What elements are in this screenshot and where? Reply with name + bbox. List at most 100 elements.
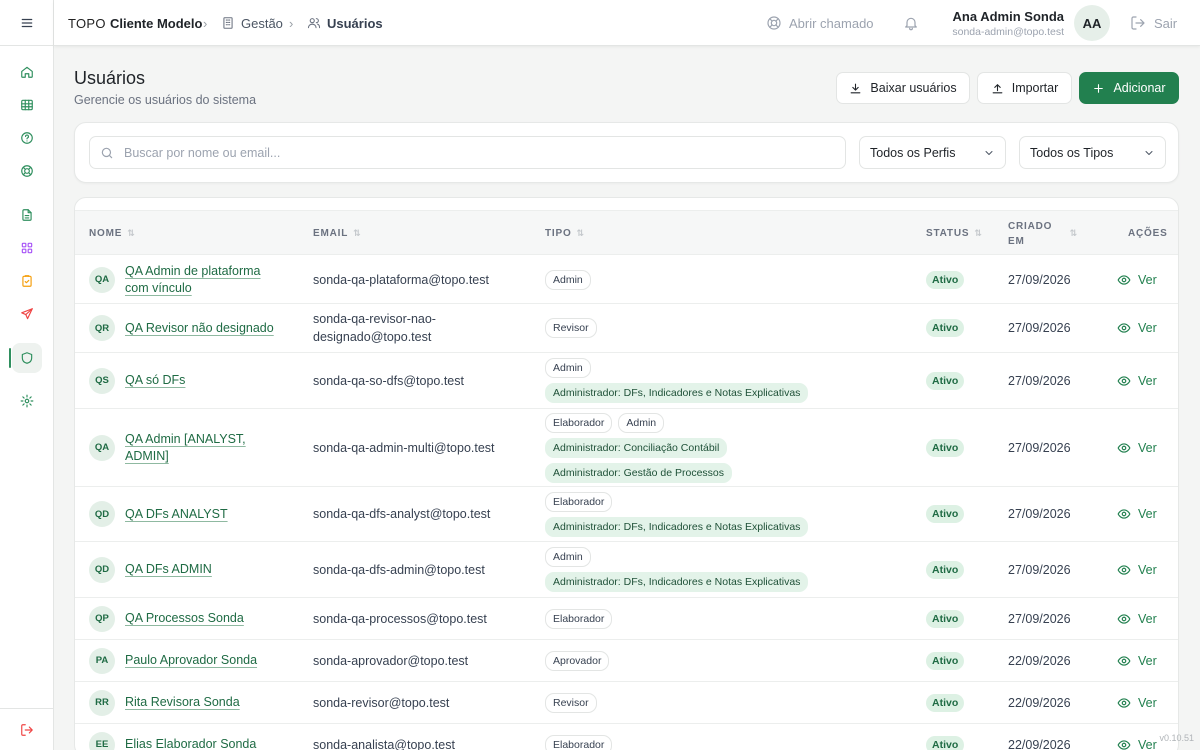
view-button[interactable]: Ver bbox=[1117, 273, 1157, 287]
page-title: Usuários bbox=[74, 68, 146, 88]
column-header-email[interactable]: EMAIL ⇅ bbox=[313, 211, 361, 256]
view-label: Ver bbox=[1138, 611, 1157, 626]
profile-select[interactable]: Todos os Perfis bbox=[859, 136, 1006, 169]
chevron-right-icon: › bbox=[203, 15, 208, 31]
user-name-link[interactable]: QA DFs ADMIN bbox=[125, 561, 275, 578]
user-name-link[interactable]: QA DFs ANALYST bbox=[125, 506, 275, 523]
add-user-button[interactable]: Adicionar bbox=[1079, 72, 1179, 104]
view-label: Ver bbox=[1138, 737, 1157, 750]
sidebar-item-tasks[interactable] bbox=[12, 266, 42, 296]
download-users-button[interactable]: Baixar usuários bbox=[836, 72, 970, 104]
type-chip: Administrador: Gestão de Processos bbox=[545, 462, 732, 483]
sidebar-item-send[interactable] bbox=[12, 299, 42, 329]
breadcrumb-gestao[interactable]: Gestão bbox=[221, 0, 283, 46]
sidebar-item-modules[interactable] bbox=[12, 233, 42, 263]
column-header-type-label: TIPO bbox=[545, 228, 572, 239]
view-cell: Ver bbox=[1117, 682, 1157, 723]
avatar: RR bbox=[89, 689, 115, 716]
sidebar-item-help[interactable] bbox=[12, 123, 42, 153]
type-cell: Elaborador Administrador: DFs, Indicadore… bbox=[545, 487, 809, 541]
sort-icon: ⇅ bbox=[576, 228, 585, 238]
view-button[interactable]: Ver bbox=[1117, 441, 1157, 455]
sidebar-item-table[interactable] bbox=[12, 90, 42, 120]
user-name-link[interactable]: Paulo Aprovador Sonda bbox=[125, 652, 275, 669]
view-button[interactable]: Ver bbox=[1117, 696, 1157, 710]
sidebar-item-home[interactable] bbox=[12, 57, 42, 87]
status-badge: Ativo bbox=[926, 651, 965, 670]
status-badge: Ativo bbox=[926, 735, 965, 750]
user-cell: RR Rita Revisora Sonda bbox=[89, 682, 275, 723]
type-select[interactable]: Todos os Tipos bbox=[1019, 136, 1166, 169]
avatar[interactable]: AA bbox=[1074, 5, 1110, 41]
view-button[interactable]: Ver bbox=[1117, 738, 1157, 750]
users-icon bbox=[307, 18, 321, 29]
status-badge: Ativo bbox=[926, 505, 965, 523]
sidebar-item-documents[interactable] bbox=[12, 200, 42, 230]
email-cell: sonda-qa-so-dfs@topo.test bbox=[313, 373, 464, 388]
view-button[interactable]: Ver bbox=[1117, 507, 1157, 521]
type-line: Admin bbox=[545, 269, 591, 290]
column-header-type[interactable]: TIPO ⇅ bbox=[545, 211, 585, 256]
avatar: PA bbox=[89, 647, 115, 674]
view-button[interactable]: Ver bbox=[1117, 374, 1157, 388]
user-cell: QP QA Processos Sonda bbox=[89, 598, 275, 639]
view-cell: Ver bbox=[1117, 724, 1157, 750]
user-name-link[interactable]: Elias Elaborador Sonda bbox=[125, 736, 275, 750]
menu-icon[interactable] bbox=[20, 16, 34, 30]
avatar: QP bbox=[89, 605, 115, 632]
email-cell: sonda-qa-admin-multi@topo.test bbox=[313, 440, 495, 455]
status-cell: Ativo bbox=[926, 353, 965, 408]
search-input[interactable] bbox=[124, 145, 804, 160]
eye-icon bbox=[1117, 564, 1131, 575]
shield-icon bbox=[21, 352, 33, 364]
eye-icon bbox=[1117, 655, 1131, 666]
view-button[interactable]: Ver bbox=[1117, 563, 1157, 577]
notifications-button[interactable] bbox=[903, 0, 919, 46]
type-chip: Administrador: DFs, Indicadores e Notas … bbox=[545, 383, 809, 403]
view-button[interactable]: Ver bbox=[1117, 654, 1157, 668]
user-name-link[interactable]: QA Revisor não designado bbox=[125, 320, 275, 337]
user-name-link[interactable]: QA Admin [ANALYST, ADMIN] bbox=[125, 431, 275, 465]
user-name-link[interactable]: QA só DFs bbox=[125, 372, 275, 389]
brand-label: TOPO bbox=[68, 15, 106, 31]
type-line: Aprovador bbox=[545, 650, 610, 671]
user-name-link[interactable]: Rita Revisora Sonda bbox=[125, 694, 275, 711]
import-button[interactable]: Importar bbox=[977, 72, 1072, 104]
type-cell: Elaborador bbox=[545, 724, 613, 750]
table-row: QP QA Processos Sonda sonda-qa-processos@t… bbox=[75, 598, 1178, 640]
view-button[interactable]: Ver bbox=[1117, 612, 1157, 626]
open-ticket-button[interactable]: Abrir chamado bbox=[766, 0, 874, 46]
view-label: Ver bbox=[1138, 562, 1157, 577]
view-label: Ver bbox=[1138, 373, 1157, 388]
eye-icon bbox=[1117, 739, 1131, 750]
logout-button[interactable]: Sair bbox=[1130, 0, 1177, 46]
sidebar-item-settings[interactable] bbox=[12, 386, 42, 416]
bell-icon bbox=[905, 17, 917, 31]
type-chip: Administrador: Conciliação Contábil bbox=[545, 437, 728, 458]
view-button[interactable]: Ver bbox=[1117, 321, 1157, 335]
type-chip: Elaborador bbox=[545, 608, 613, 629]
column-header-status[interactable]: STATUS ⇅ bbox=[926, 211, 983, 256]
user-name-link[interactable]: QA Processos Sonda bbox=[125, 610, 275, 627]
eye-icon bbox=[1117, 274, 1131, 285]
table-row: PA Paulo Aprovador Sonda sonda-aprovador@t… bbox=[75, 640, 1178, 682]
status-cell: Ativo bbox=[926, 542, 965, 597]
user-name-link[interactable]: QA Admin de plataforma com vínculo bbox=[125, 263, 275, 297]
sidebar-item-support[interactable] bbox=[12, 156, 42, 186]
type-line: Administrador: Conciliação Contábil bbox=[545, 437, 728, 458]
sort-icon: ⇅ bbox=[974, 228, 983, 238]
column-header-created[interactable]: CRIADO EM ⇅ bbox=[1008, 211, 1078, 256]
sidebar-logout-button[interactable] bbox=[12, 715, 42, 745]
view-label: Ver bbox=[1138, 321, 1157, 335]
sidebar-item-security[interactable] bbox=[12, 343, 42, 373]
type-chip: Revisor bbox=[545, 692, 597, 713]
type-line: Revisor bbox=[545, 318, 597, 338]
type-cell: Admin bbox=[545, 256, 591, 303]
import-label: Importar bbox=[1011, 81, 1059, 95]
avatar: QS bbox=[89, 367, 115, 394]
client-name[interactable]: Cliente Modelo bbox=[110, 0, 202, 46]
profile-select-value: Todos os Perfis bbox=[870, 145, 956, 160]
column-header-name[interactable]: NOME ⇅ bbox=[89, 211, 136, 256]
column-header-created-label: CRIADO EM bbox=[1008, 219, 1052, 249]
column-header-created-line2: EM bbox=[1008, 235, 1025, 247]
